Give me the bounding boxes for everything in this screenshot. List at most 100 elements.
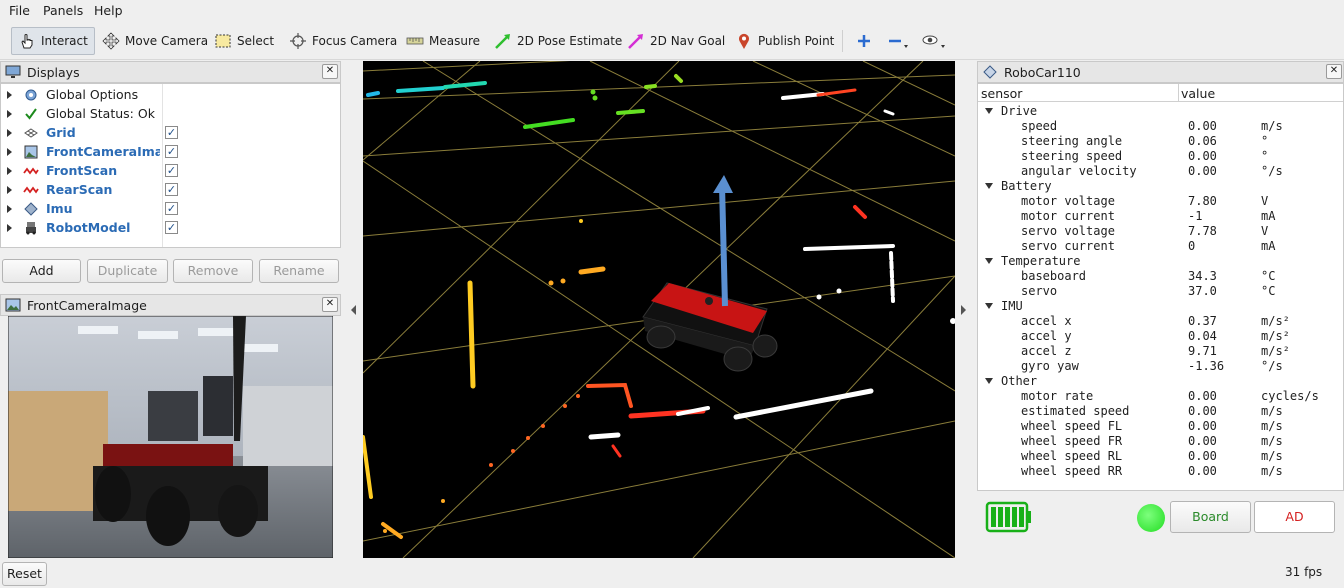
sensor-name: servo current bbox=[1021, 239, 1115, 253]
display-item-label: RearScan bbox=[46, 182, 113, 197]
3d-scene bbox=[363, 61, 955, 558]
expand-arrow-icon[interactable] bbox=[7, 128, 12, 137]
checkmark-icon bbox=[23, 106, 39, 122]
sensor-name: steering angle bbox=[1021, 134, 1123, 148]
battery-indicator bbox=[985, 501, 1033, 536]
right-splitter-arrow[interactable] bbox=[961, 305, 966, 315]
sensor-group-row[interactable]: Drive bbox=[978, 104, 1343, 119]
display-item[interactable]: Imu ✓ bbox=[1, 199, 340, 218]
sensor-value: 0.00 bbox=[1188, 449, 1217, 463]
sensor-group-row[interactable]: IMU bbox=[978, 299, 1343, 314]
sensor-name: wheel speed RL bbox=[1021, 449, 1123, 463]
rename-display-button[interactable]: Rename bbox=[259, 259, 339, 283]
focus-camera-tool-button[interactable]: Focus Camera bbox=[283, 27, 403, 55]
board-button[interactable]: Board bbox=[1170, 501, 1251, 533]
sensor-group-row[interactable]: Battery bbox=[978, 179, 1343, 194]
display-item[interactable]: Grid ✓ bbox=[1, 123, 340, 142]
sensor-group-row[interactable]: Temperature bbox=[978, 254, 1343, 269]
display-enabled-checkbox[interactable]: ✓ bbox=[165, 145, 178, 158]
robocar-close-button[interactable]: ✕ bbox=[1326, 64, 1342, 79]
display-enabled-checkbox[interactable]: ✓ bbox=[165, 221, 178, 234]
battery-bar bbox=[998, 507, 1003, 527]
display-item[interactable]: RobotModel ✓ bbox=[1, 218, 340, 237]
sensor-group-row[interactable]: Other bbox=[978, 374, 1343, 389]
nav-goal-tool-button[interactable]: 2D Nav Goal bbox=[621, 27, 731, 55]
expand-arrow-icon[interactable] bbox=[7, 185, 12, 194]
battery-bar bbox=[1019, 507, 1024, 527]
expand-arrow-icon[interactable] bbox=[7, 204, 12, 213]
sensor-name: wheel speed FL bbox=[1021, 419, 1123, 433]
move-camera-tool-button[interactable]: Move Camera bbox=[96, 27, 214, 55]
sensor-group-name: Battery bbox=[1001, 179, 1052, 193]
robot-icon bbox=[23, 220, 39, 236]
remove-tool-button[interactable] bbox=[881, 27, 915, 55]
move-camera-label: Move Camera bbox=[125, 34, 209, 48]
select-tool-button[interactable]: Select bbox=[208, 27, 280, 55]
sensor-value: 0.00 bbox=[1188, 164, 1217, 178]
measure-tool-button[interactable]: Measure bbox=[400, 27, 486, 55]
nav-goal-label: 2D Nav Goal bbox=[650, 34, 726, 48]
duplicate-display-button[interactable]: Duplicate bbox=[87, 259, 168, 283]
plus-icon bbox=[858, 35, 870, 47]
sensor-unit: m/s² bbox=[1261, 314, 1290, 328]
menu-bar: File Panels Help bbox=[0, 0, 1344, 22]
expand-arrow-icon[interactable] bbox=[7, 109, 12, 118]
value-column-header[interactable]: value bbox=[1181, 86, 1215, 101]
sensor-row: servo current 0 mA bbox=[978, 239, 1343, 254]
camera-close-button[interactable]: ✕ bbox=[322, 297, 338, 312]
display-enabled-checkbox[interactable]: ✓ bbox=[165, 183, 178, 196]
displays-close-button[interactable]: ✕ bbox=[322, 64, 338, 79]
focus-camera-label: Focus Camera bbox=[312, 34, 398, 48]
display-enabled-checkbox[interactable]: ✓ bbox=[165, 202, 178, 215]
publish-point-tool-button[interactable]: Publish Point bbox=[729, 27, 840, 55]
left-splitter-arrow[interactable] bbox=[351, 305, 356, 315]
collapse-arrow-icon[interactable] bbox=[985, 303, 993, 309]
sensor-value: 34.3 bbox=[1188, 269, 1217, 283]
sensor-row: steering angle 0.06 ° bbox=[978, 134, 1343, 149]
display-enabled-checkbox[interactable]: ✓ bbox=[165, 126, 178, 139]
collapse-arrow-icon[interactable] bbox=[985, 378, 993, 384]
sensor-unit: mA bbox=[1261, 209, 1276, 223]
sensor-column-header[interactable]: sensor bbox=[981, 86, 1022, 101]
3d-viewport[interactable] bbox=[363, 61, 955, 558]
ad-button[interactable]: AD bbox=[1254, 501, 1335, 533]
minus-icon bbox=[889, 39, 908, 48]
display-item[interactable]: Global Options bbox=[1, 85, 340, 104]
add-tool-button[interactable] bbox=[850, 27, 878, 55]
remove-display-button[interactable]: Remove bbox=[173, 259, 253, 283]
display-item[interactable]: FrontScan ✓ bbox=[1, 161, 340, 180]
collapse-arrow-icon[interactable] bbox=[985, 183, 993, 189]
menu-help[interactable]: Help bbox=[94, 3, 123, 18]
reset-button[interactable]: Reset bbox=[2, 562, 47, 586]
sensor-row: accel z 9.71 m/s² bbox=[978, 344, 1343, 359]
collapse-arrow-icon[interactable] bbox=[985, 108, 993, 114]
camera-panel-title: FrontCameraImage bbox=[27, 297, 147, 313]
view-tool-button[interactable] bbox=[915, 27, 953, 55]
sensor-unit: °C bbox=[1261, 284, 1276, 298]
pose-estimate-tool-button[interactable]: 2D Pose Estimate bbox=[488, 27, 628, 55]
camera-feed-picture bbox=[8, 316, 333, 558]
ruler-icon bbox=[406, 37, 424, 45]
expand-arrow-icon[interactable] bbox=[7, 166, 12, 175]
display-item-label: Global Status: Ok bbox=[46, 106, 155, 121]
interact-tool-button[interactable]: Interact bbox=[11, 27, 95, 55]
sensor-name: wheel speed RR bbox=[1021, 464, 1123, 478]
sensor-value: -1.36 bbox=[1188, 359, 1225, 373]
sensor-name: motor voltage bbox=[1021, 194, 1115, 208]
fps-counter: 31 fps bbox=[1285, 565, 1323, 579]
collapse-arrow-icon[interactable] bbox=[985, 258, 993, 264]
sensor-value: -1 bbox=[1188, 209, 1203, 223]
add-display-button[interactable]: Add bbox=[2, 259, 81, 283]
expand-arrow-icon[interactable] bbox=[7, 90, 12, 99]
expand-arrow-icon[interactable] bbox=[7, 223, 12, 232]
diamond-icon bbox=[983, 65, 997, 79]
display-enabled-checkbox[interactable]: ✓ bbox=[165, 164, 178, 177]
menu-panels[interactable]: Panels bbox=[43, 3, 83, 18]
display-item[interactable]: Global Status: Ok bbox=[1, 104, 340, 123]
display-item[interactable]: FrontCameraIma... ✓ bbox=[1, 142, 340, 161]
expand-arrow-icon[interactable] bbox=[7, 147, 12, 156]
display-item[interactable]: RearScan ✓ bbox=[1, 180, 340, 199]
menu-file[interactable]: File bbox=[9, 3, 30, 18]
sensor-unit: m/s bbox=[1261, 449, 1283, 463]
battery-bar bbox=[1005, 507, 1010, 527]
